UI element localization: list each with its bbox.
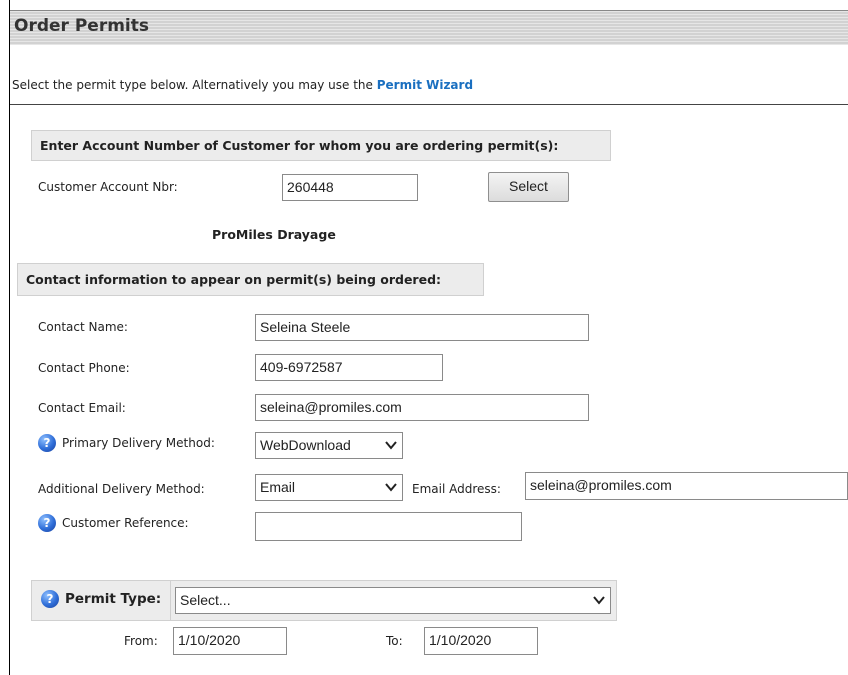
primary-delivery-help-icon[interactable]: ? bbox=[38, 434, 56, 452]
contact-section-heading: Contact information to appear on permit(… bbox=[17, 263, 484, 296]
intro-divider bbox=[10, 104, 848, 105]
page-title: Order Permits bbox=[14, 16, 149, 36]
customer-reference-help-icon[interactable]: ? bbox=[38, 514, 56, 532]
intro-text-body: Select the permit type below. Alternativ… bbox=[12, 78, 377, 92]
additional-delivery-value: Email bbox=[260, 479, 296, 495]
select-account-button[interactable]: Select bbox=[488, 172, 569, 202]
additional-delivery-select[interactable]: Email bbox=[255, 474, 403, 501]
contact-email-label: Contact Email: bbox=[38, 401, 126, 415]
permit-type-select[interactable]: Select... bbox=[175, 587, 611, 614]
to-date-input[interactable]: 1/10/2020 bbox=[424, 627, 538, 655]
primary-delivery-value: WebDownload bbox=[260, 437, 351, 453]
permit-type-separator bbox=[170, 581, 171, 620]
contact-name-input[interactable]: Seleina Steele bbox=[255, 314, 589, 341]
page-left-border bbox=[9, 0, 10, 675]
permit-type-label: Permit Type: bbox=[65, 591, 162, 607]
account-section-heading: Enter Account Number of Customer for who… bbox=[31, 130, 611, 161]
primary-delivery-select[interactable]: WebDownload bbox=[255, 432, 403, 459]
email-address-input[interactable]: seleina@promiles.com bbox=[525, 472, 848, 500]
from-date-input[interactable]: 1/10/2020 bbox=[173, 627, 287, 655]
primary-delivery-label: Primary Delivery Method: bbox=[62, 436, 215, 450]
contact-name-label: Contact Name: bbox=[38, 320, 128, 334]
permit-type-help-icon[interactable]: ? bbox=[41, 590, 59, 608]
customer-account-input[interactable]: 260448 bbox=[282, 174, 418, 201]
customer-reference-label: Customer Reference: bbox=[62, 516, 189, 530]
email-address-label: Email Address: bbox=[412, 482, 501, 496]
permit-wizard-link[interactable]: Permit Wizard bbox=[377, 78, 473, 92]
chevron-down-icon bbox=[593, 596, 605, 605]
additional-delivery-label: Additional Delivery Method: bbox=[38, 482, 205, 496]
from-date-label: From: bbox=[124, 634, 158, 648]
customer-account-label: Customer Account Nbr: bbox=[38, 180, 178, 194]
company-name: ProMiles Drayage bbox=[212, 227, 336, 242]
contact-email-input[interactable]: seleina@promiles.com bbox=[255, 394, 589, 421]
permit-type-value: Select... bbox=[180, 592, 231, 608]
contact-phone-input[interactable]: 409-6972587 bbox=[255, 354, 443, 381]
chevron-down-icon bbox=[385, 483, 397, 492]
chevron-down-icon bbox=[385, 441, 397, 450]
contact-phone-label: Contact Phone: bbox=[38, 361, 130, 375]
to-date-label: To: bbox=[386, 634, 403, 648]
customer-reference-input[interactable] bbox=[255, 512, 522, 541]
intro-text: Select the permit type below. Alternativ… bbox=[12, 78, 473, 92]
